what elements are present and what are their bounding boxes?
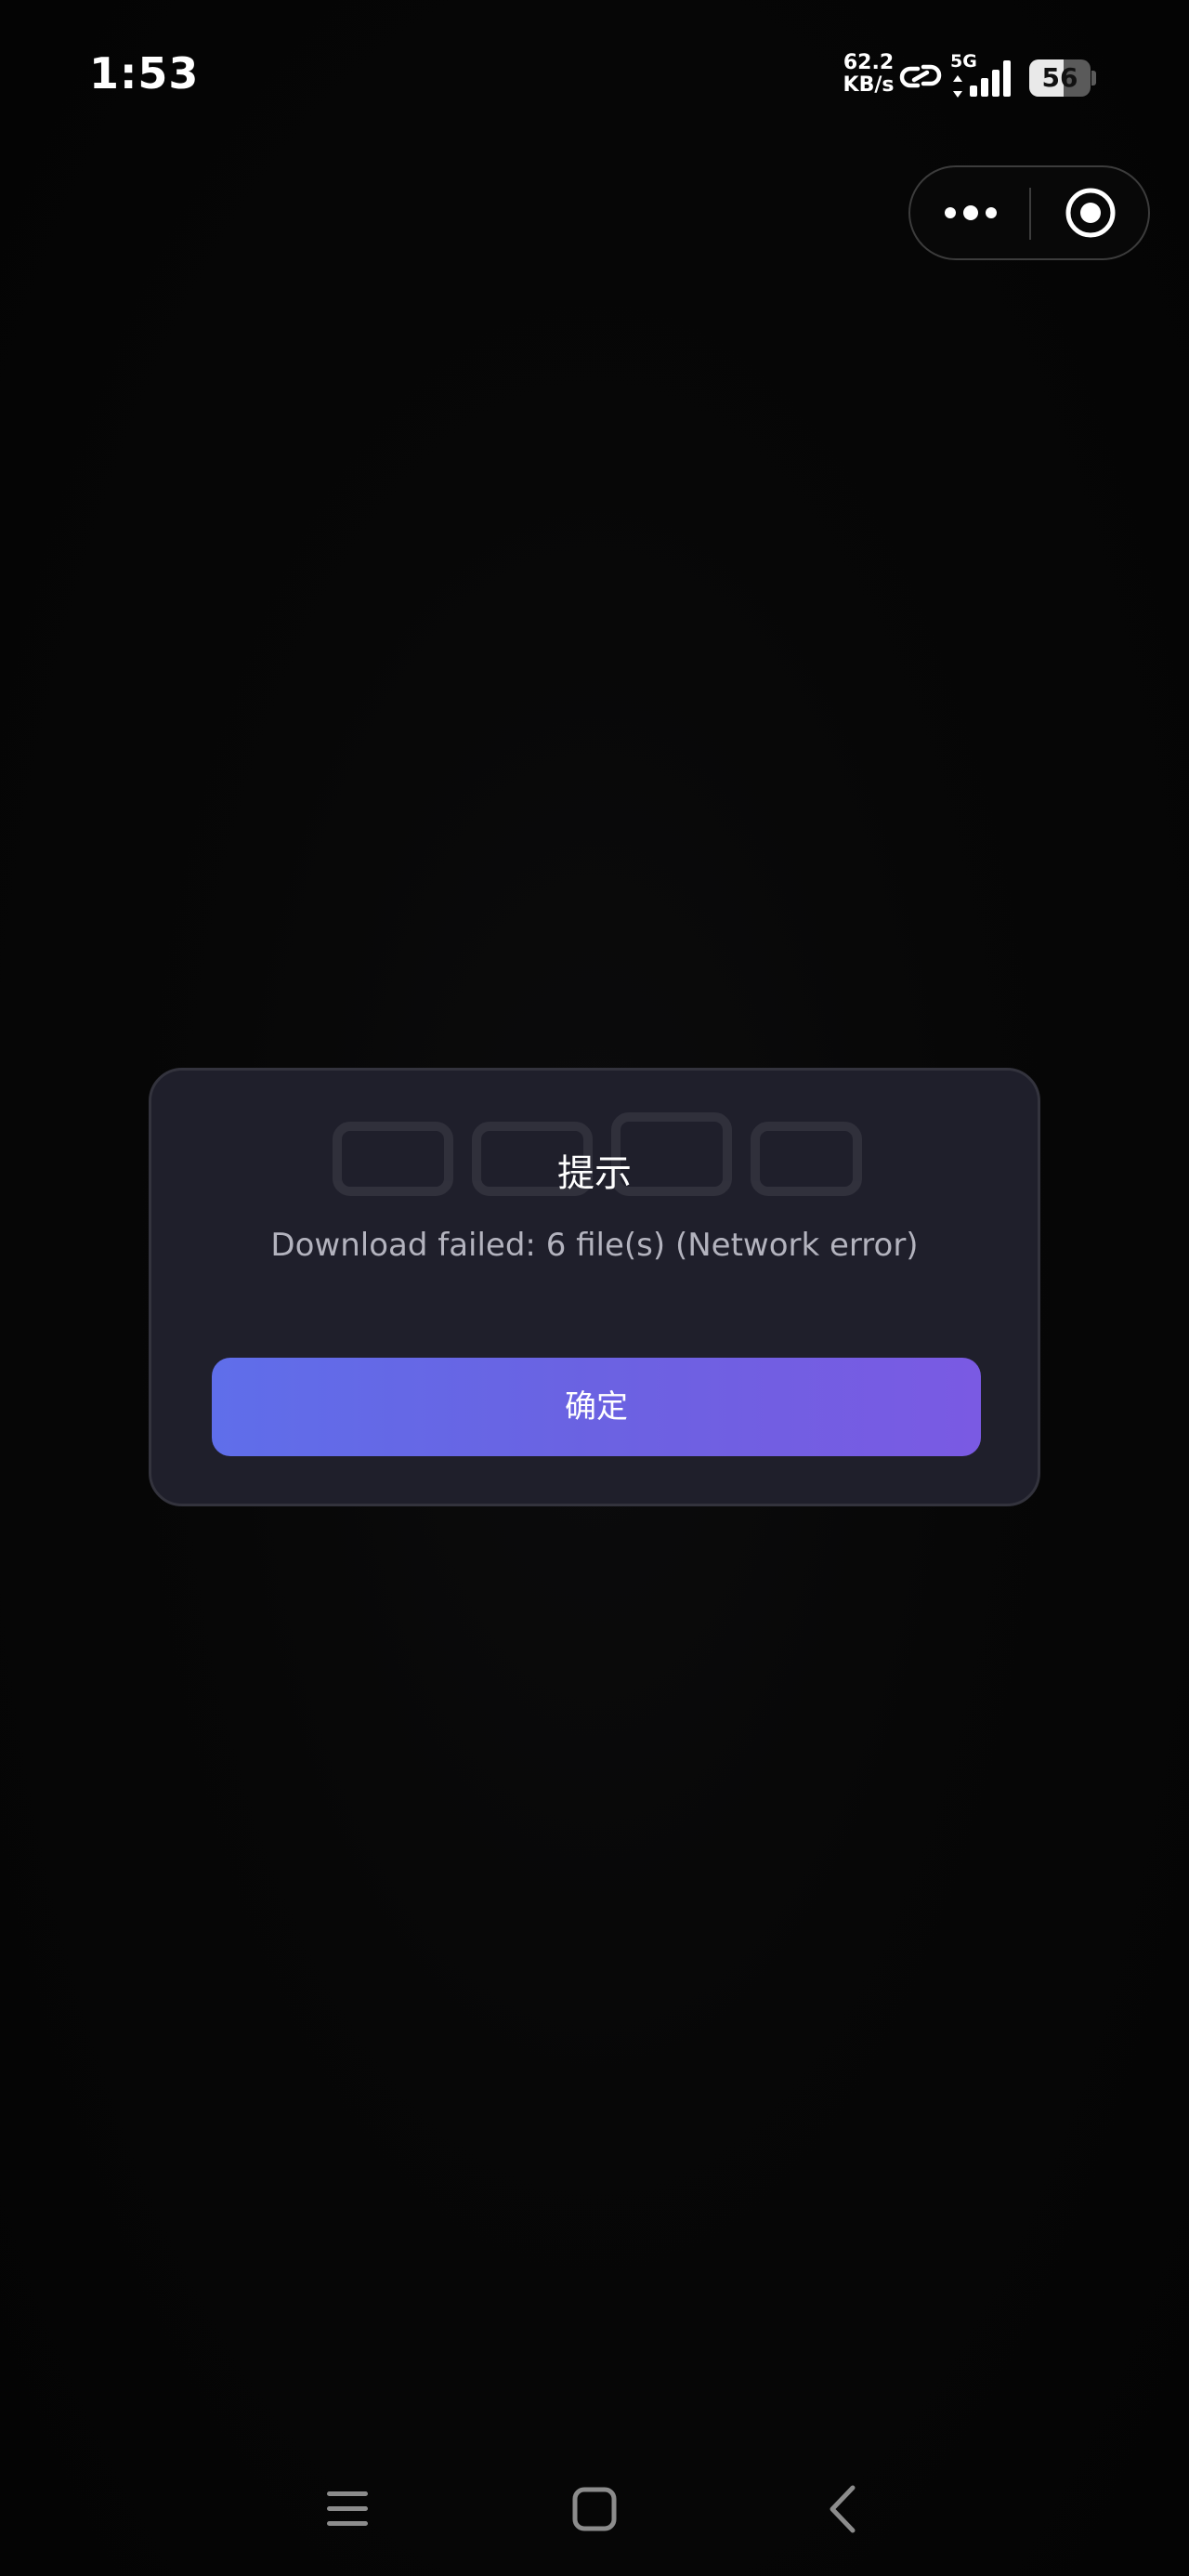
- menu-icon: [327, 2491, 368, 2526]
- modal-overlay: 提示 Download failed: 6 file(s) (Network e…: [0, 0, 1189, 2576]
- recents-button[interactable]: [301, 2463, 394, 2556]
- back-icon: [830, 2485, 856, 2533]
- screen: 1:53 62.2 KB/s 5G 56 提示 Download failed:…: [0, 0, 1189, 2576]
- navigation-bar: [0, 2435, 1189, 2576]
- dialog-message: Download failed: 6 file(s) (Network erro…: [270, 1227, 919, 1264]
- confirm-button[interactable]: 确定: [212, 1358, 981, 1456]
- alert-dialog: 提示 Download failed: 6 file(s) (Network e…: [149, 1068, 1040, 1506]
- home-button[interactable]: [548, 2463, 641, 2556]
- back-button[interactable]: [795, 2463, 888, 2556]
- home-icon: [572, 2487, 617, 2531]
- dialog-title: 提示: [557, 1152, 632, 1195]
